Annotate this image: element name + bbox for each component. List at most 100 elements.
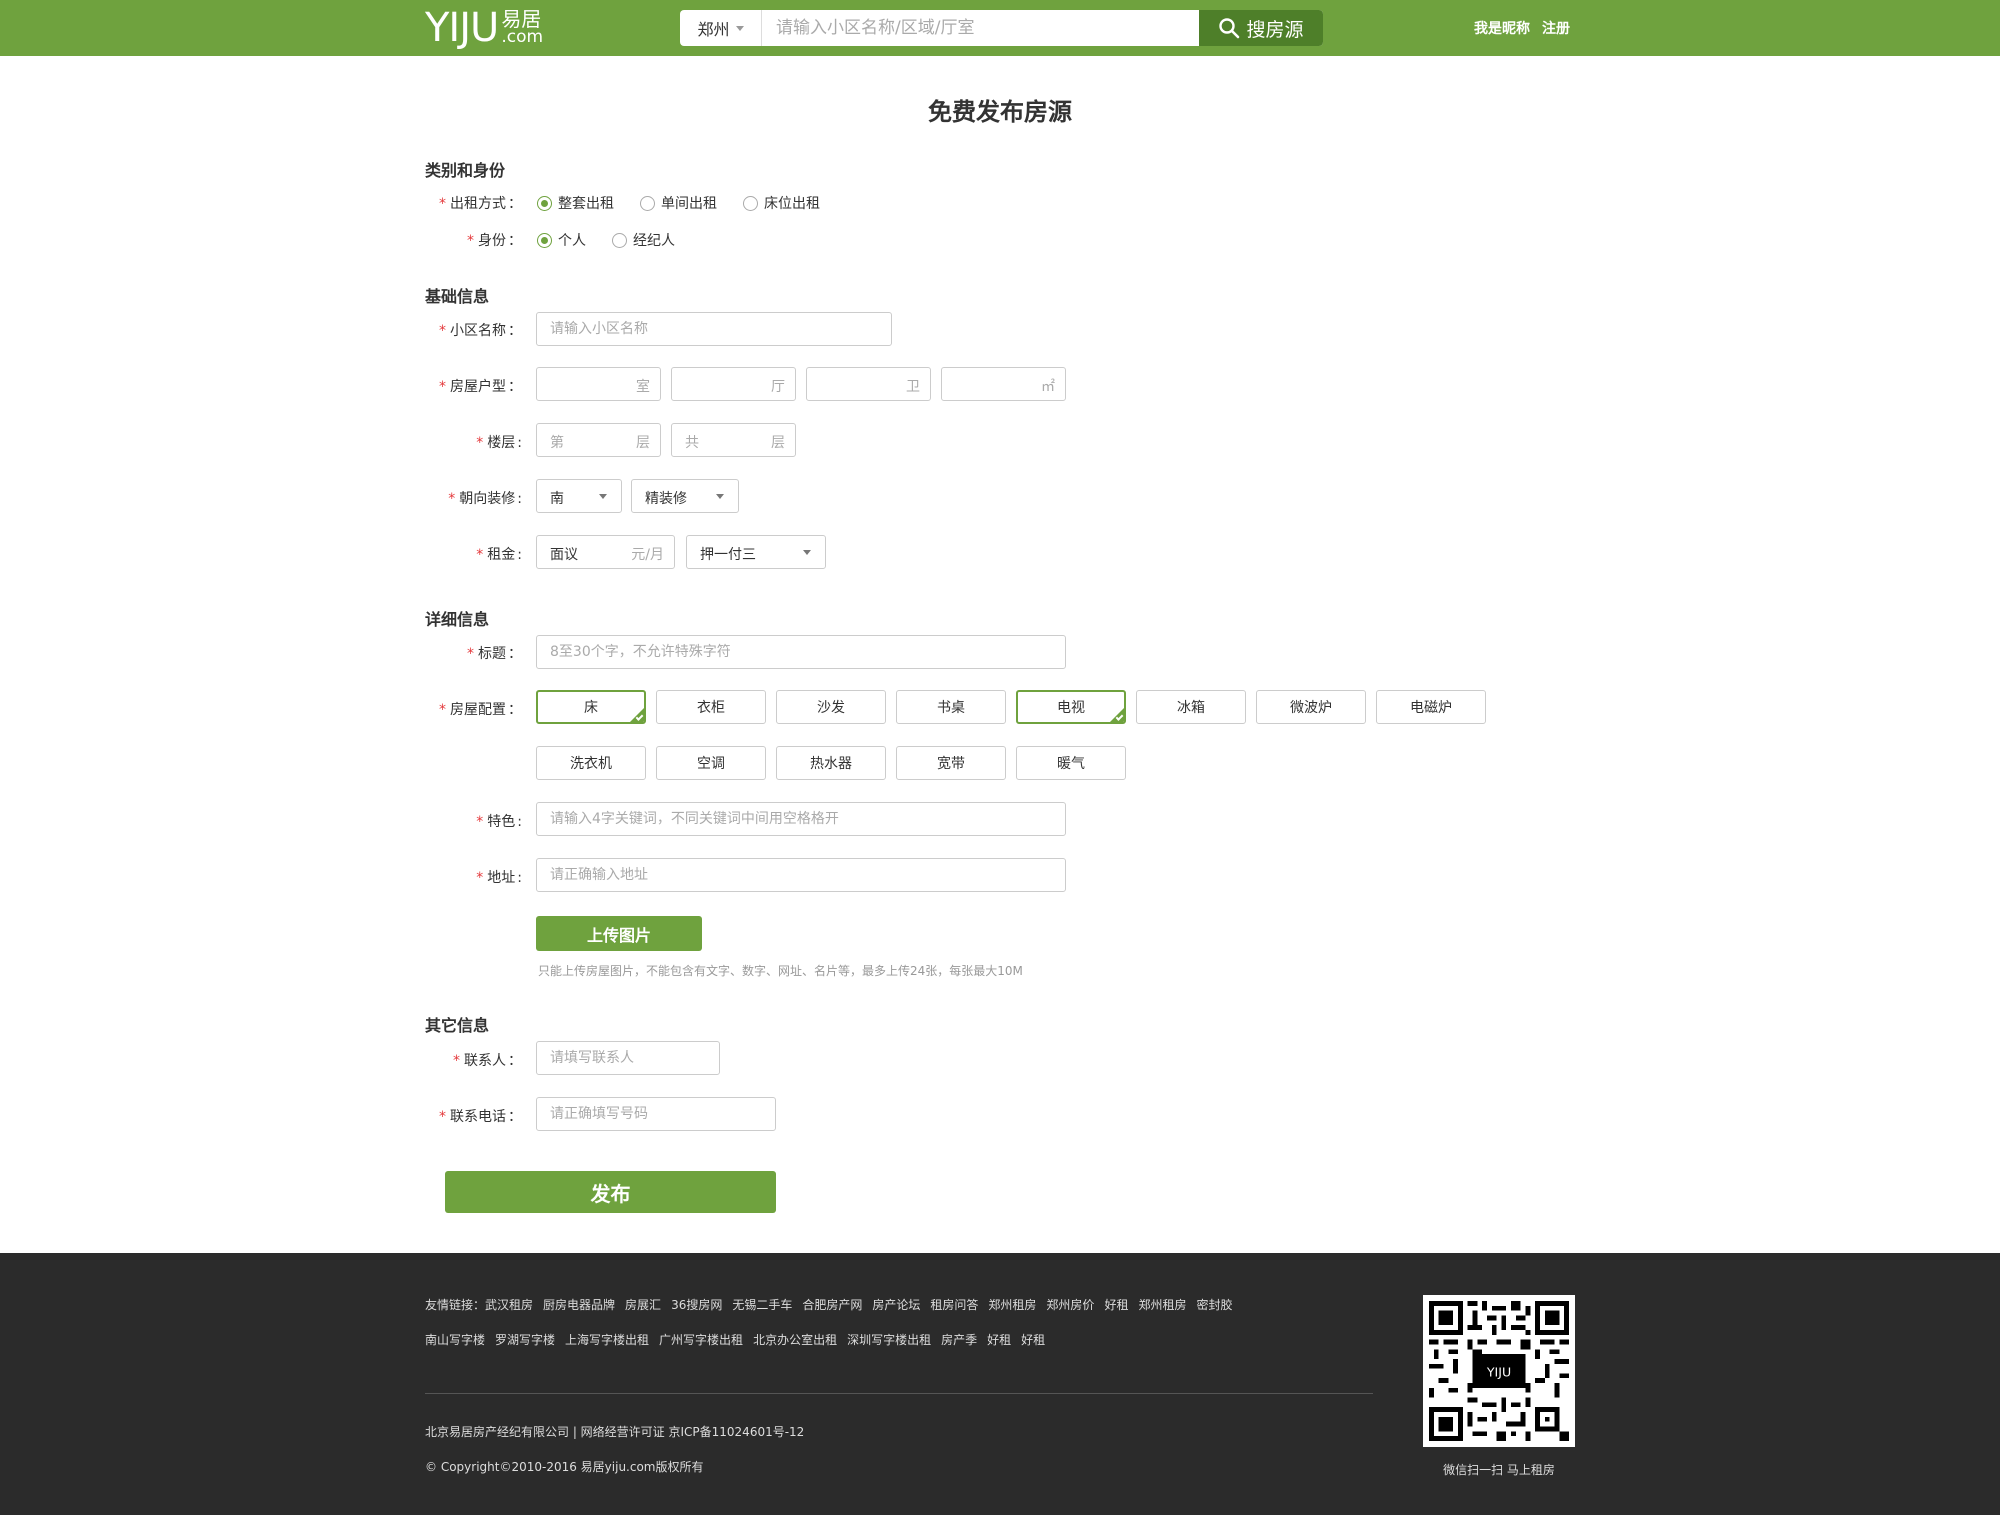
friend-link[interactable]: 郑州租房 [988, 1296, 1036, 1313]
friend-link[interactable]: 南山写字楼 [425, 1331, 485, 1348]
logo-subtext: 易居 .com [501, 9, 543, 46]
friend-link[interactable]: 武汉租房 [485, 1296, 533, 1313]
chevron-down-icon [599, 494, 607, 499]
phone-field[interactable] [536, 1097, 776, 1131]
friend-link[interactable]: 36搜房网 [671, 1296, 722, 1313]
site-footer: 友情链接： 武汉租房 厨房电器品牌 房展汇 36搜房网 无锡二手车 合肥房产网 … [0, 1253, 2000, 1515]
config-option-water-heater[interactable]: 热水器 [776, 746, 886, 780]
radio-rent-whole[interactable]: 整套出租 [537, 193, 614, 213]
friend-link[interactable]: 上海写字楼出租 [565, 1331, 649, 1348]
contact-input[interactable] [537, 1042, 719, 1074]
footer-divider [425, 1393, 1373, 1394]
chevron-down-icon [716, 494, 724, 499]
radio-button[interactable] [537, 232, 552, 248]
community-field[interactable] [536, 312, 892, 346]
address-label: * 地址: [476, 870, 522, 886]
radio-button[interactable] [537, 195, 552, 211]
title-label: * 标题： [467, 646, 522, 662]
address-input[interactable] [537, 859, 1065, 891]
publish-button[interactable]: 发布 [445, 1171, 776, 1213]
qr-logo-text: YIJU [1486, 1364, 1511, 1379]
section-title-basic: 基础信息 [425, 287, 490, 306]
feature-input[interactable] [537, 803, 1065, 835]
config-option-wardrobe[interactable]: 衣柜 [656, 690, 766, 724]
radio-button[interactable] [612, 232, 627, 248]
nickname-link[interactable]: 我是昵称 [1474, 18, 1530, 38]
wechat-qr-code: YIJU [1423, 1295, 1575, 1447]
config-option-microwave[interactable]: 微波炉 [1256, 690, 1366, 724]
friend-link[interactable]: 深圳写字楼出租 [847, 1331, 931, 1348]
area-field[interactable]: ㎡ [941, 367, 1066, 401]
halls-field[interactable]: 厅 [671, 367, 796, 401]
check-icon [635, 713, 644, 721]
radio-button[interactable] [743, 195, 758, 211]
company-info: 北京易居房产经纪有限公司 | 网络经营许可证 京ICP备11024601号-12 [425, 1425, 805, 1439]
radio-rent-bed[interactable]: 床位出租 [743, 193, 820, 213]
friend-link[interactable]: 房产季 [941, 1331, 977, 1348]
config-option-desk[interactable]: 书桌 [896, 690, 1006, 724]
radio-rent-room[interactable]: 单间出租 [640, 193, 717, 213]
decoration-value: 精装修 [645, 491, 687, 507]
config-option-broadband[interactable]: 宽带 [896, 746, 1006, 780]
register-link[interactable]: 注册 [1542, 18, 1570, 38]
title-field[interactable] [536, 635, 1066, 669]
city-selector[interactable]: 郑州 [680, 10, 762, 46]
contact-label: * 联系人： [453, 1053, 522, 1069]
rent-type-label: * 出租方式： [439, 196, 522, 212]
decoration-select[interactable]: 精装修 [631, 479, 739, 513]
page-title: 免费发布房源 [928, 98, 1072, 126]
radio-button[interactable] [640, 195, 655, 211]
config-option-heating[interactable]: 暖气 [1016, 746, 1126, 780]
search-button[interactable]: 搜房源 [1199, 10, 1323, 46]
title-input[interactable] [537, 636, 1065, 668]
identity-label: * 身份： [467, 233, 522, 249]
community-input[interactable] [537, 313, 891, 345]
unit-text: 层 [771, 435, 785, 451]
friend-link[interactable]: 郑州房价 [1046, 1296, 1094, 1313]
friend-link[interactable]: 好租 [1104, 1296, 1128, 1313]
config-option-sofa[interactable]: 沙发 [776, 690, 886, 724]
search-input[interactable] [762, 10, 1199, 46]
friend-link[interactable]: 房展汇 [625, 1296, 661, 1313]
baths-field[interactable]: 卫 [806, 367, 931, 401]
config-option-induction-cooker[interactable]: 电磁炉 [1376, 690, 1486, 724]
feature-field[interactable] [536, 802, 1066, 836]
friend-link[interactable]: 北京办公室出租 [753, 1331, 837, 1348]
radio-identity-personal[interactable]: 个人 [537, 230, 586, 250]
phone-input[interactable] [537, 1098, 775, 1130]
floor-number-field[interactable]: 第 层 [536, 423, 661, 457]
friend-link[interactable]: 广州写字楼出租 [659, 1331, 743, 1348]
config-option-bed[interactable]: 床 [536, 690, 646, 724]
friend-link[interactable]: 罗湖写字楼 [495, 1331, 555, 1348]
friend-links-row-2: 南山写字楼 罗湖写字楼 上海写字楼出租 广州写字楼出租 北京办公室出租 深圳写字… [425, 1331, 1055, 1348]
address-field[interactable] [536, 858, 1066, 892]
friend-link[interactable]: 租房问答 [930, 1296, 978, 1313]
floor-total-field[interactable]: 共 层 [671, 423, 796, 457]
friend-link[interactable]: 厨房电器品牌 [543, 1296, 615, 1313]
config-option-fridge[interactable]: 冰箱 [1136, 690, 1246, 724]
friend-link[interactable]: 好租 [1021, 1331, 1045, 1348]
radio-identity-agent[interactable]: 经纪人 [612, 230, 675, 250]
rooms-field[interactable]: 室 [536, 367, 661, 401]
copyright-text: © Copyright©2010-2016 易居yiju.com版权所有 [425, 1460, 704, 1474]
config-option-washer[interactable]: 洗衣机 [536, 746, 646, 780]
friend-link[interactable]: 好租 [987, 1331, 1011, 1348]
orientation-select[interactable]: 南 [536, 479, 622, 513]
upload-image-button[interactable]: 上传图片 [536, 916, 702, 951]
config-option-tv[interactable]: 电视 [1016, 690, 1126, 724]
config-label: * 房屋配置： [439, 702, 522, 718]
friend-link[interactable]: 无锡二手车 [732, 1296, 792, 1313]
friend-link[interactable]: 房产论坛 [872, 1296, 920, 1313]
contact-field[interactable] [536, 1041, 720, 1075]
rent-label: * 租金: [476, 547, 522, 563]
friend-link[interactable]: 合肥房产网 [802, 1296, 862, 1313]
friend-link[interactable]: 密封胶 [1196, 1296, 1232, 1313]
config-option-aircon[interactable]: 空调 [656, 746, 766, 780]
payment-select[interactable]: 押一付三 [686, 535, 826, 569]
site-logo[interactable]: YIJU 易居 .com [425, 6, 543, 50]
friend-link[interactable]: 郑州租房 [1138, 1296, 1186, 1313]
user-links: 我是昵称 注册 [1474, 18, 1570, 38]
rent-field[interactable]: 面议 元/月 [536, 535, 675, 569]
friend-links-prefix: 友情链接： [425, 1298, 486, 1312]
unit-text: 卫 [906, 379, 920, 395]
